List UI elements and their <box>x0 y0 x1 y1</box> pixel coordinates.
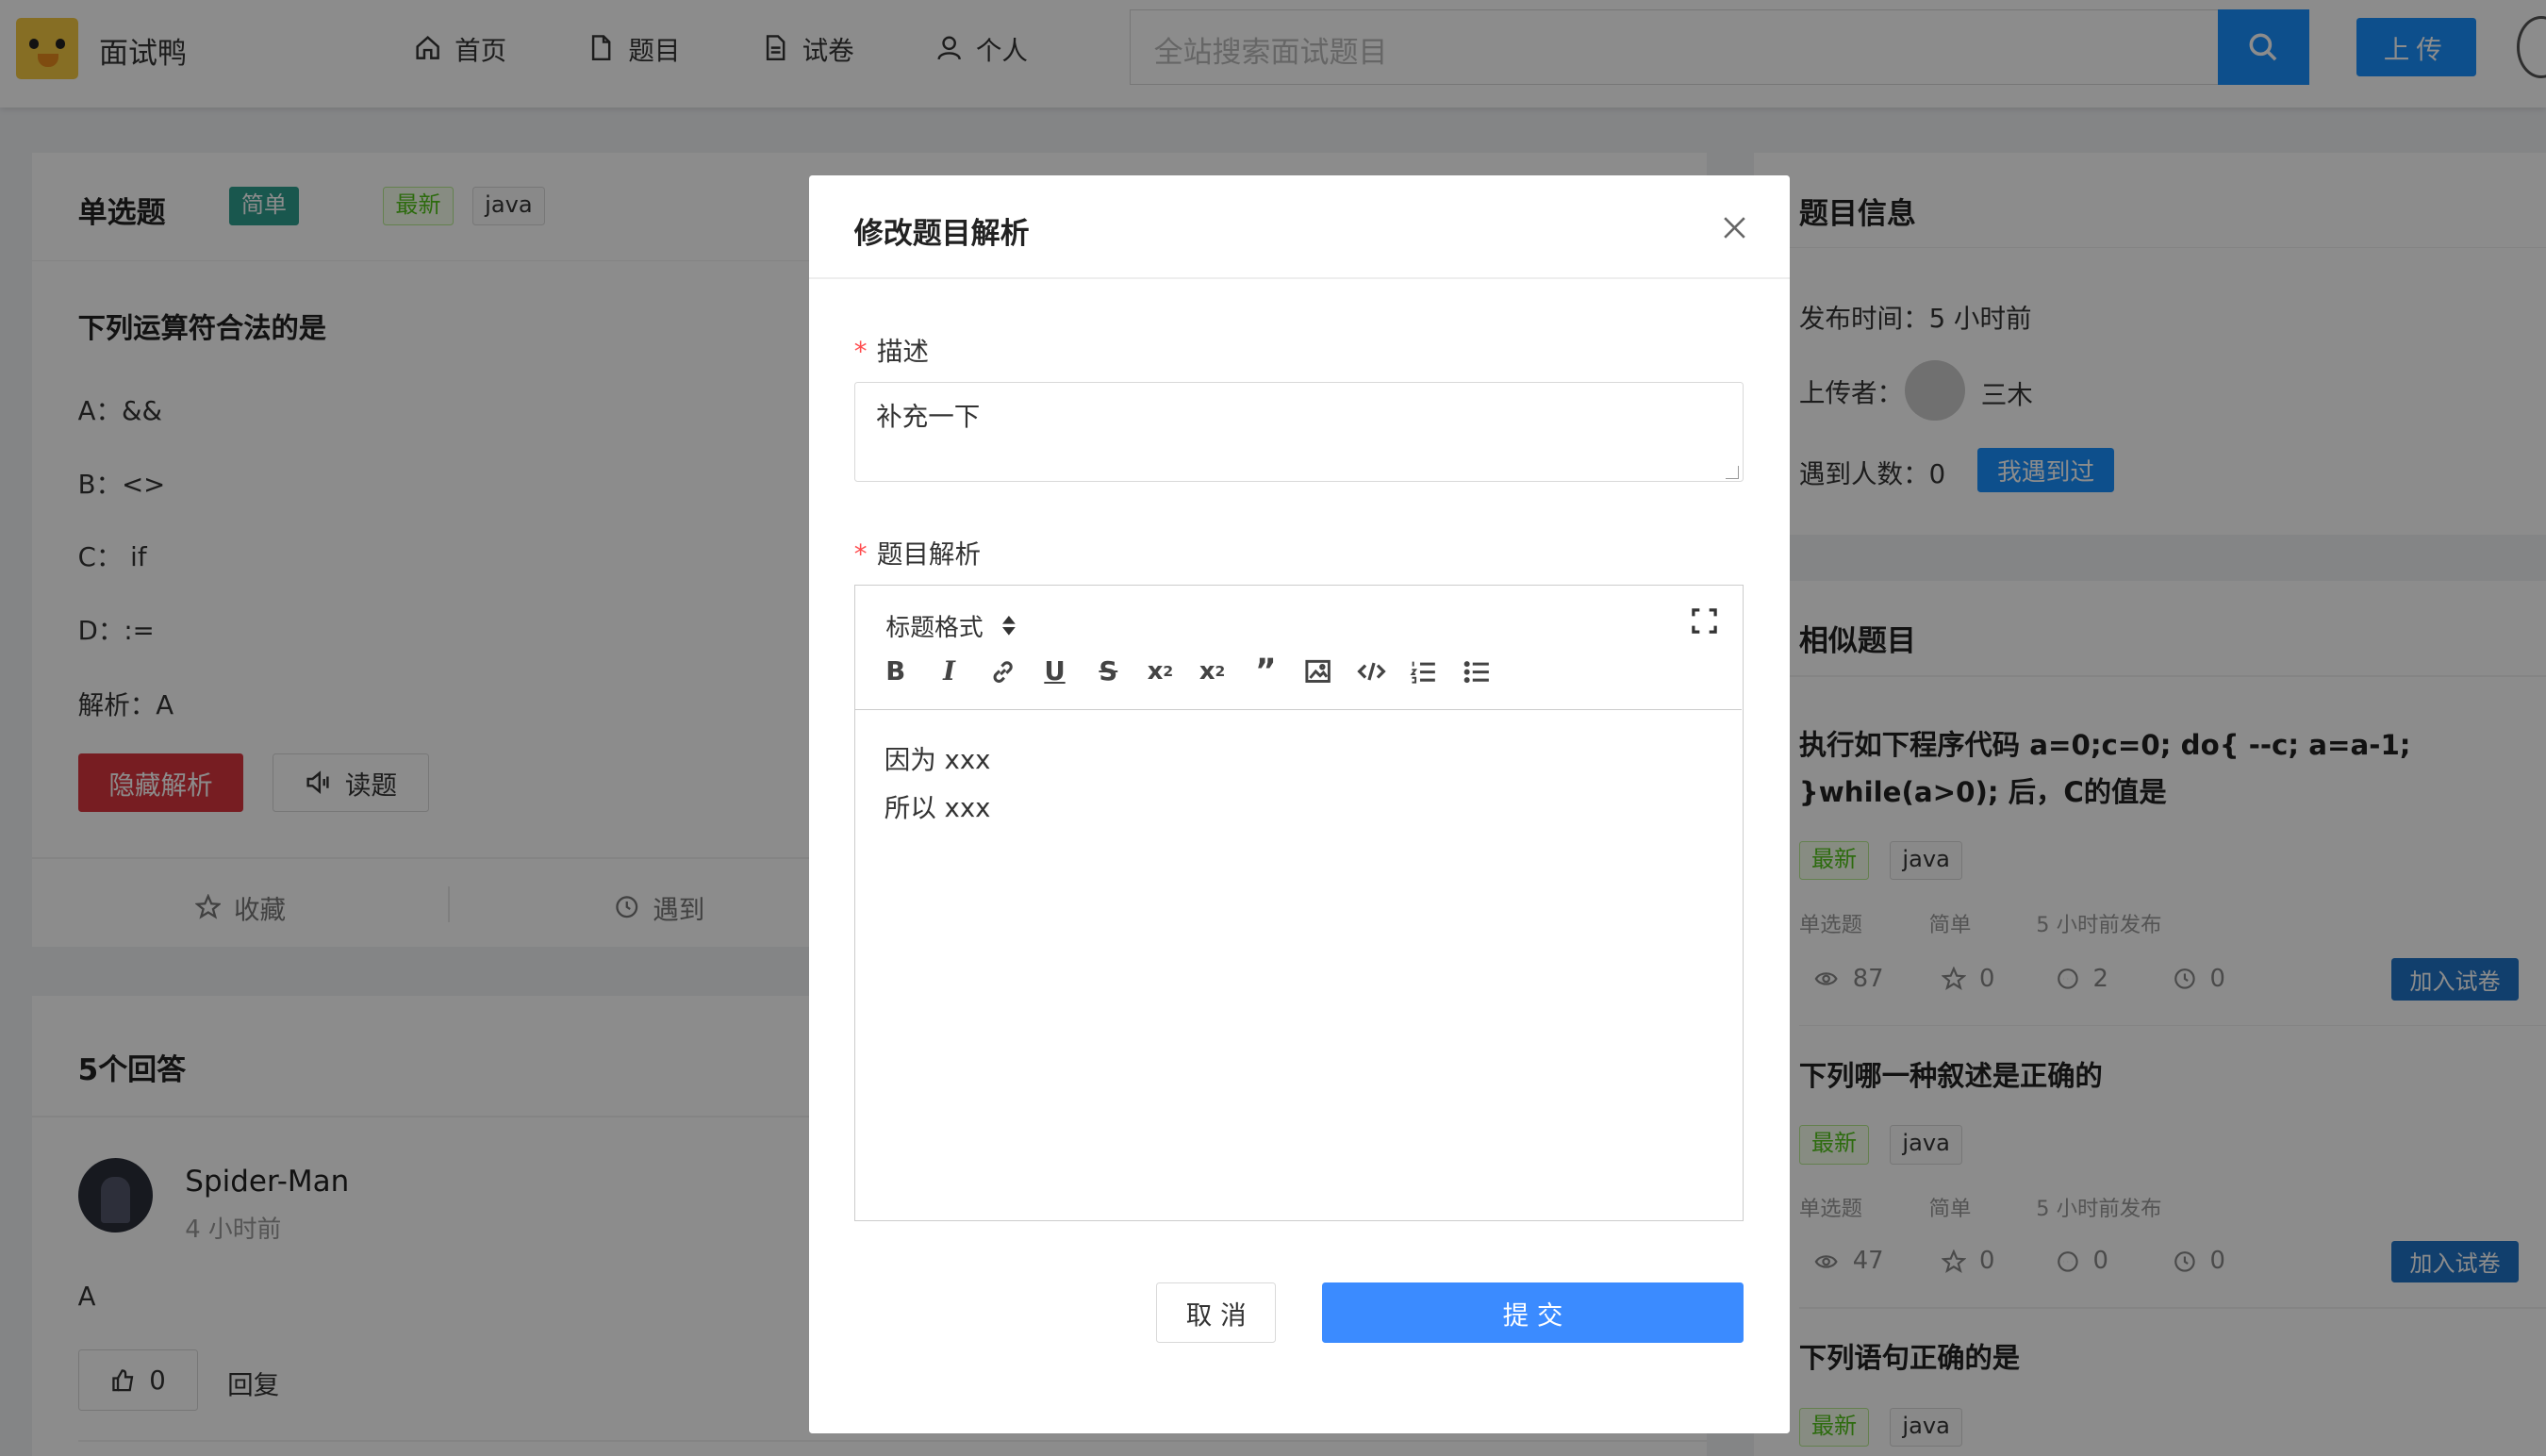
analysis-label: * 题目解析 <box>853 538 982 570</box>
fullscreen-icon[interactable] <box>1690 606 1722 638</box>
desc-label: * 描述 <box>853 336 929 367</box>
subscript-icon[interactable]: x2 <box>1143 654 1179 689</box>
strikethrough-icon[interactable]: S <box>1090 654 1126 689</box>
heading-format-select[interactable]: 标题格式 <box>885 608 1017 643</box>
italic-icon[interactable]: I <box>932 654 967 689</box>
quote-icon[interactable]: ” <box>1248 653 1283 690</box>
ordered-list-icon[interactable] <box>1405 654 1441 689</box>
bold-icon[interactable]: B <box>878 654 914 689</box>
submit-button[interactable]: 提 交 <box>1321 1282 1744 1344</box>
resize-handle[interactable] <box>1726 466 1740 479</box>
superscript-icon[interactable]: x2 <box>1195 654 1231 689</box>
modal-title: 修改题目解析 <box>853 217 1030 252</box>
editor-line[interactable]: 所以 xxx <box>884 786 991 824</box>
code-icon[interactable] <box>1353 654 1389 689</box>
underline-icon[interactable]: U <box>1037 654 1073 689</box>
sort-icon <box>1002 616 1017 636</box>
editor-line[interactable]: 因为 xxx <box>884 738 991 776</box>
page: 面试鸭 首页 题目 试卷 个人 全站搜索面试题目 上传 单选题 简单 最新 ja… <box>0 0 2546 1456</box>
editor-toolbar: 标题格式 B I U S x2 x2 ” <box>854 586 1742 711</box>
desc-textarea[interactable]: 补充一下 <box>853 381 1744 483</box>
close-icon[interactable] <box>1720 213 1749 242</box>
rich-text-editor: 标题格式 B I U S x2 x2 ” 因为 xxx 所以 xxx <box>853 584 1744 1221</box>
edit-analysis-modal: 修改题目解析 * 描述 补充一下 * 题目解析 标题格式 B I U S x2 x2… <box>808 174 1790 1434</box>
bullet-list-icon[interactable] <box>1459 654 1495 689</box>
cancel-button[interactable]: 取 消 <box>1156 1282 1277 1344</box>
link-icon[interactable] <box>984 654 1020 689</box>
image-icon[interactable] <box>1300 654 1336 689</box>
